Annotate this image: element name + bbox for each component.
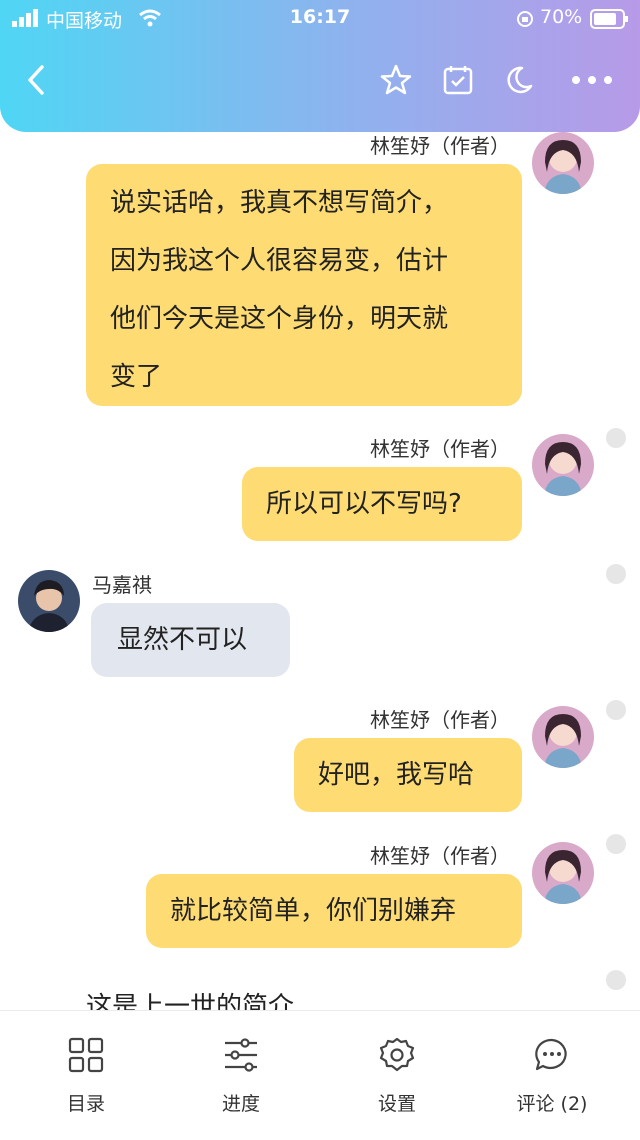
message-author: 林笙妤（作者） <box>370 844 510 868</box>
message-line: 他们今天是这个身份，明天就 <box>110 304 449 334</box>
chat-bubble-author[interactable]: 好吧，我写哈 <box>294 738 522 812</box>
grid-icon <box>68 1037 104 1073</box>
status-dot <box>606 564 626 584</box>
tab-label: 评论 (2) <box>516 1093 588 1115</box>
message-text: 好吧，我写哈 <box>318 760 475 790</box>
chevron-left-icon <box>28 65 44 95</box>
chat-bubble-author[interactable]: 所以可以不写吗? <box>242 467 522 541</box>
tab-label: 进度 <box>221 1093 260 1115</box>
top-header: 中国移动 16:17 70% <box>0 0 640 132</box>
more-dots-icon <box>572 76 612 84</box>
status-dot <box>606 970 626 990</box>
chat-bubble-reader[interactable]: 显然不可以 <box>91 603 290 677</box>
gear-icon <box>379 1037 415 1072</box>
bottom-toolbar: 目录 进度 设置 评论 (2) <box>0 1010 640 1140</box>
favorite-button[interactable] <box>374 58 418 102</box>
status-dot <box>606 428 626 448</box>
avatar[interactable] <box>532 434 594 496</box>
battery-percent: 70% <box>540 6 583 28</box>
back-button[interactable] <box>14 58 58 102</box>
author-avatar-icon <box>532 842 594 904</box>
tab-label: 设置 <box>377 1093 416 1115</box>
night-mode-button[interactable] <box>496 58 540 102</box>
reader-avatar-icon <box>18 570 80 632</box>
author-avatar-icon <box>532 434 594 496</box>
avatar[interactable] <box>18 570 80 632</box>
message-author: 林笙妤（作者） <box>370 134 510 158</box>
message-text: 所以可以不写吗? <box>266 489 462 519</box>
avatar[interactable] <box>532 132 594 194</box>
author-avatar-icon <box>532 132 594 194</box>
tab-catalog[interactable]: 目录 <box>26 1011 146 1140</box>
message-line: 说实话哈，我真不想写简介， <box>110 188 449 218</box>
chat-bubble-author[interactable]: 就比较简单，你们别嫌弃 <box>146 874 522 948</box>
author-avatar-icon <box>532 706 594 768</box>
tab-comments[interactable]: 评论 (2) <box>492 1011 612 1140</box>
message-author: 马嘉祺 <box>92 573 152 597</box>
message-text: 显然不可以 <box>117 625 248 655</box>
tab-label: 目录 <box>66 1093 105 1115</box>
avatar[interactable] <box>532 842 594 904</box>
tab-progress[interactable]: 进度 <box>181 1011 301 1140</box>
chat-bubble-author[interactable]: 说实话哈，我真不想写简介， 因为我这个人很容易变，估计 他们今天是这个身份，明天… <box>86 164 522 406</box>
checkin-button[interactable] <box>436 58 480 102</box>
message-author: 林笙妤（作者） <box>370 437 510 461</box>
status-dot <box>606 834 626 854</box>
message-text: 就比较简单，你们别嫌弃 <box>170 896 457 926</box>
moon-icon <box>507 66 533 94</box>
status-bar: 中国移动 16:17 70% <box>0 6 640 32</box>
rotation-lock-icon <box>517 11 533 27</box>
comment-icon <box>535 1038 567 1071</box>
sliders-icon <box>225 1038 257 1072</box>
message-author: 林笙妤（作者） <box>370 708 510 732</box>
message-line: 变了 <box>110 362 163 392</box>
status-dot <box>606 700 626 720</box>
battery-icon <box>590 9 628 29</box>
calendar-check-icon <box>443 66 473 95</box>
more-button[interactable] <box>570 58 614 102</box>
star-icon <box>380 64 412 95</box>
message-line: 因为我这个人很容易变，估计 <box>110 246 449 276</box>
tab-settings[interactable]: 设置 <box>337 1011 457 1140</box>
avatar[interactable] <box>532 706 594 768</box>
